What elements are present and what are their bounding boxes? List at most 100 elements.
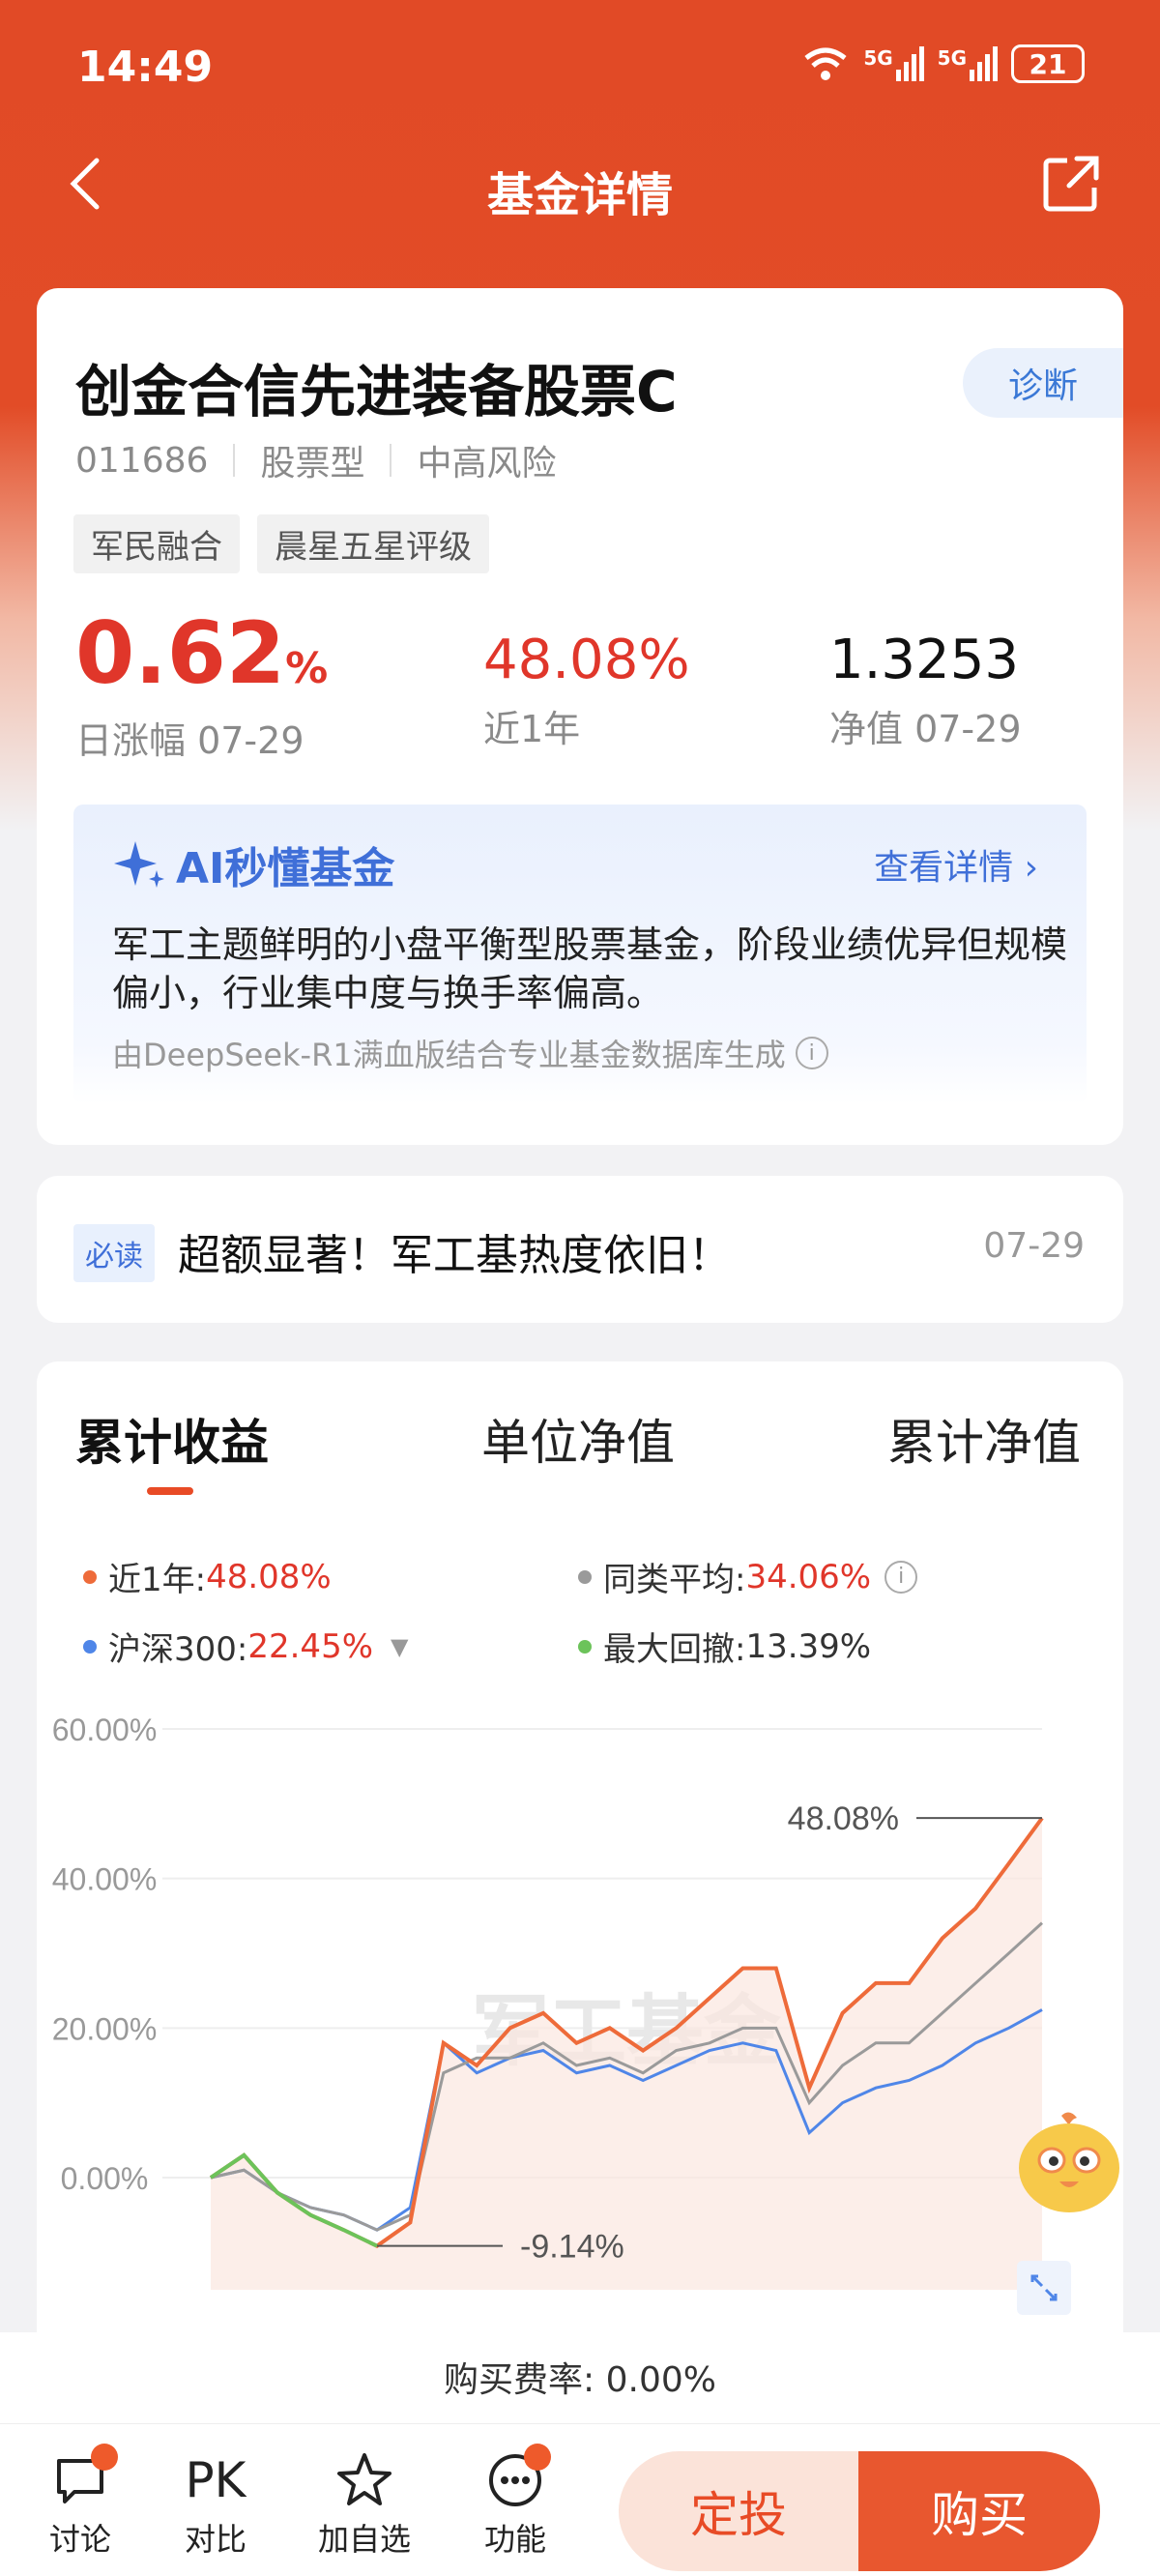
notification-dot [524,2444,551,2471]
legend-dot [83,1639,97,1654]
ai-more-link[interactable]: 查看详情 › [874,839,1038,890]
daily-change-stat: 0.62% 日涨幅 07-29 [75,603,328,764]
nav-stat: 1.3253 净值 07-29 [829,629,1022,752]
status-icons: 5G 5G 21 [801,44,1085,83]
network-label-2: 5G [937,46,967,70]
divider [233,444,236,477]
legend-label: 同类平均: [603,1561,746,1599]
ai-more-text: 查看详情 [874,848,1014,888]
y-tick-label: 60.00% [52,1712,158,1747]
battery-level: 21 [1029,47,1067,80]
y-tick-label: 20.00% [52,2011,158,2046]
y-tick-label: 40.00% [52,1862,158,1897]
bottom-nav: 讨论 PK 对比 加自选 功能 定投 购买 [0,2423,1160,2576]
tab-cumulative-return[interactable]: 累计收益 [75,1404,269,1474]
y-tick-label: 0.00% [61,2161,149,2196]
share-icon[interactable] [1040,153,1102,215]
pk-icon: PK [185,2452,246,2508]
tab-cumulative-nav[interactable]: 累计净值 [887,1404,1081,1474]
news-date: 07-29 [983,1226,1085,1266]
info-icon[interactable]: i [795,1037,828,1069]
ai-title: AI秒懂基金 [112,834,394,895]
legend-label: 沪深300: [108,1630,248,1669]
year-return-stat: 48.08% 近1年 [483,629,690,752]
mascot-icon[interactable] [1013,2110,1125,2218]
news-card[interactable]: 必读 超额显著！军工基热度依旧！ 07-29 [37,1176,1123,1323]
fund-meta: 011686 股票型 中高风险 [75,435,556,485]
legend-hs300[interactable]: 沪深300: 22.45% ▼ [83,1623,408,1670]
purchase-fee: 购买费率: 0.00% [444,2360,716,2400]
legend-fund: 近1年: 48.08% [83,1553,332,1600]
bottom-bar: 购买费率: 0.00% 讨论 PK 对比 加自选 功能 定投 购买 [0,2332,1160,2576]
signal-icon-2: 5G [938,46,998,81]
action-buttons: 定投 购买 [619,2451,1100,2571]
legend-average: 同类平均: 34.06% i [578,1553,918,1600]
notification-dot [91,2444,118,2471]
chevron-right-icon: › [1024,848,1038,888]
max-annotation: 48.08% [788,1800,899,1837]
sparkle-icon [114,841,164,888]
nav-add-watchlist[interactable]: 加自选 [311,2445,418,2560]
year-return: 48.08% [483,629,690,691]
wifi-icon [804,47,847,80]
nav-label: 净值 07-29 [829,708,1022,750]
ai-title-text: AI秒懂基金 [176,844,395,893]
must-read-badge: 必读 [73,1224,155,1282]
diagnose-button[interactable]: 诊断 [963,348,1123,418]
fund-tag: 军民融合 [73,514,240,573]
legend-label: 最大回撤: [603,1630,746,1669]
expand-icon[interactable] [1017,2261,1071,2315]
return-chart[interactable]: 60.00%40.00%20.00%0.00%军工基金48.08%-9.14% [37,1710,1123,2309]
ai-summary-box[interactable]: AI秒懂基金 查看详情 › 军工主题鲜明的小盘平衡型股票基金，阶段业绩优异但规模… [73,805,1087,1104]
nav-label: 功能 [483,2521,546,2558]
ai-summary-text: 军工主题鲜明的小盘平衡型股票基金，阶段业绩优异但规模偏小，行业集中度与换手率偏高… [112,923,1068,1014]
year-return-label: 近1年 [483,708,581,750]
status-bar: 14:49 5G 5G 21 [0,0,1160,135]
min-annotation: -9.14% [520,2229,624,2266]
fund-type: 股票型 [260,444,365,483]
more-icon [462,2445,568,2515]
nav-bar: 基金详情 [0,135,1160,232]
chart-tabs: 累计收益 单位净值 累计净值 [37,1404,1123,1481]
legend-value: 13.39% [745,1626,872,1666]
info-icon[interactable]: i [884,1560,918,1594]
nav-value: 1.3253 [829,629,1019,691]
legend-dot [83,1569,97,1584]
status-time: 14:49 [77,43,214,92]
legend-value: 34.06% [745,1557,872,1596]
daily-change-label: 日涨幅 07-29 [75,719,304,762]
nav-label: 对比 [184,2521,246,2558]
buy-button[interactable]: 购买 [858,2451,1100,2571]
network-label: 5G [863,46,893,70]
fund-tags: 军民融合 晨星五星评级 [73,514,489,573]
legend-label: 近1年: [108,1561,207,1599]
legend-dot [578,1569,592,1584]
legend-dot [578,1639,592,1654]
fund-name: 创金合信先进装备股票C [75,359,678,424]
daily-change: 0.62% [75,603,328,703]
divider [390,444,392,477]
auto-invest-button[interactable]: 定投 [619,2451,858,2571]
nav-discuss[interactable]: 讨论 [27,2445,133,2560]
nav-label: 加自选 [317,2521,411,2558]
nav-functions[interactable]: 功能 [462,2445,568,2560]
fund-area [211,1818,1042,2290]
battery-icon: 21 [1011,44,1085,83]
tab-unit-nav[interactable]: 单位净值 [481,1404,675,1474]
nav-compare[interactable]: PK 对比 [162,2445,269,2560]
fund-code: 011686 [75,440,209,481]
star-icon [311,2445,418,2515]
daily-change-unit: % [285,644,329,693]
legend-drawdown: 最大回撤: 13.39% [578,1623,871,1670]
dropdown-icon[interactable]: ▼ [391,1633,408,1660]
fund-info-card: 创金合信先进装备股票C 诊断 011686 股票型 中高风险 军民融合 晨星五星… [37,288,1123,1145]
ai-source-text: 由DeepSeek-R1满血版结合专业基金数据库生成 [112,1037,786,1073]
nav-label: 讨论 [48,2521,111,2558]
fund-risk: 中高风险 [417,444,557,483]
fund-tag: 晨星五星评级 [257,514,489,573]
signal-icon: 5G [863,46,924,81]
legend-value: 22.45% [247,1626,374,1666]
news-headline: 超额显著！军工基热度依旧！ [178,1231,731,1280]
legend-value: 48.08% [206,1557,332,1596]
ai-source: 由DeepSeek-R1满血版结合专业基金数据库生成 i [112,1031,828,1075]
